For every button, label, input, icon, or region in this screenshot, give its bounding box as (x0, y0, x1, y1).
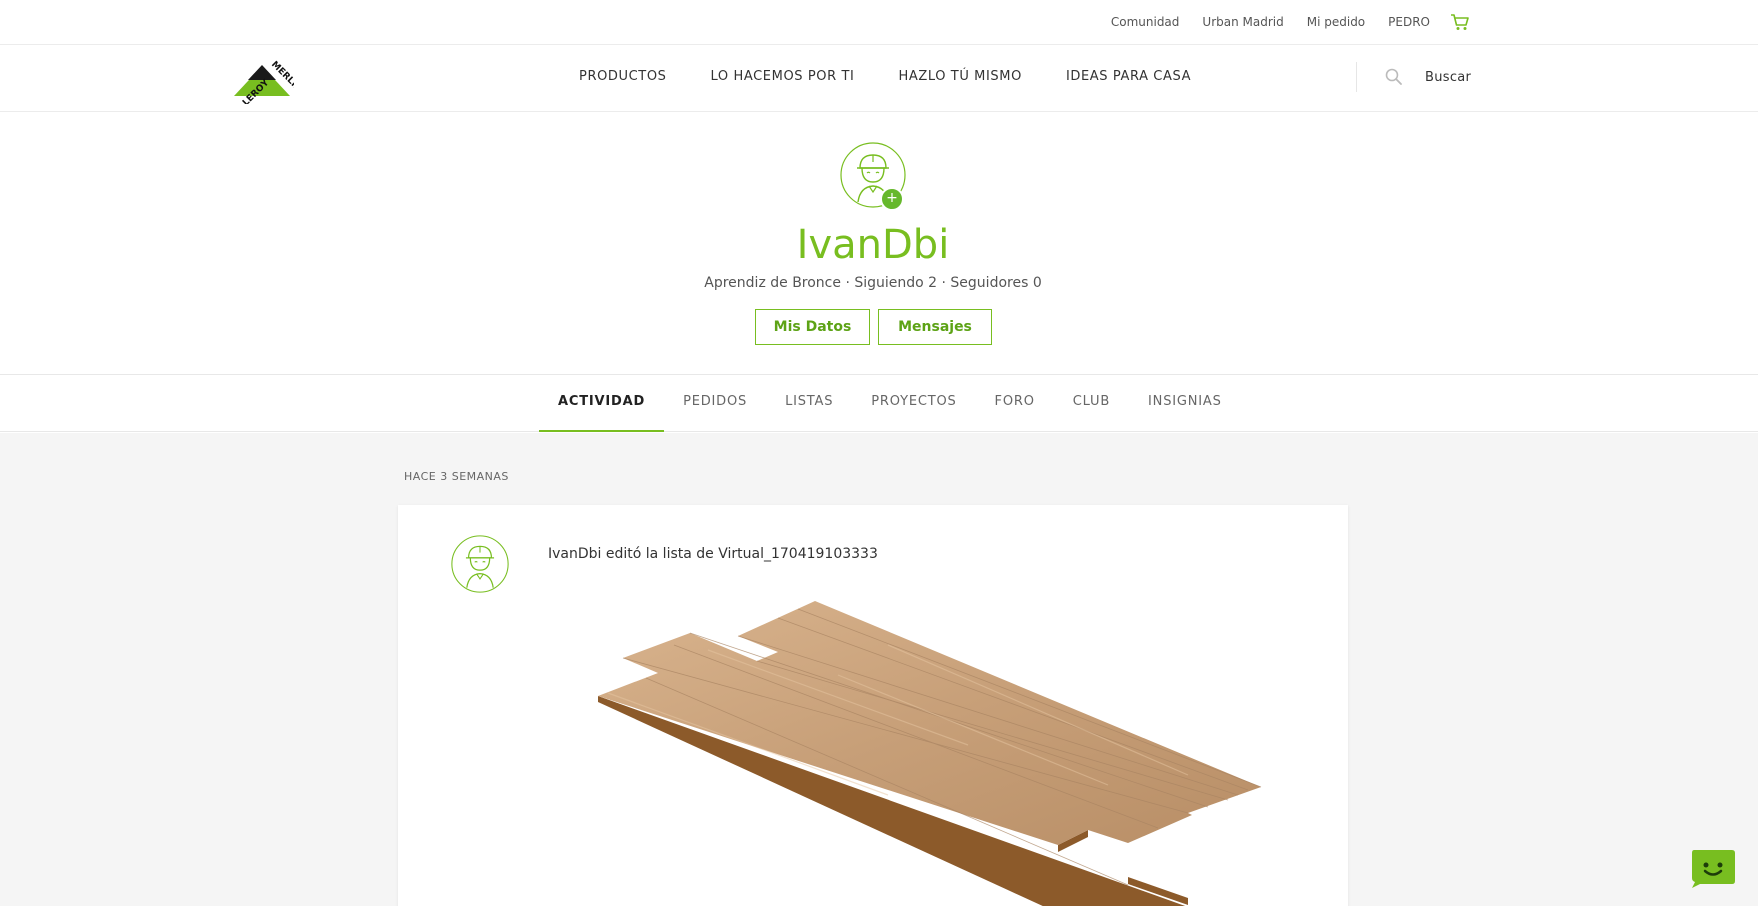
main-navigation: LEROY MERLIN PRODUCTOS LO HACEMOS POR TI… (0, 45, 1758, 112)
search-icon (1385, 68, 1402, 85)
profile-tabs: ACTIVIDAD PEDIDOS LISTAS PROYECTOS FORO … (0, 375, 1758, 432)
nav-menu: PRODUCTOS LO HACEMOS POR TI HAZLO TÚ MIS… (579, 69, 1235, 84)
user-account-link[interactable]: PEDRO (1388, 15, 1430, 29)
activity-feed: HACE 3 SEMANAS IvanDbi editó la lista de… (0, 433, 1758, 906)
profile-header: + IvanDbi Aprendiz de Bronce · Siguiendo… (0, 112, 1758, 375)
nav-hazlo-tu-mismo[interactable]: HAZLO TÚ MISMO (898, 69, 1021, 84)
store-link[interactable]: Urban Madrid (1202, 15, 1283, 29)
tab-list: ACTIVIDAD PEDIDOS LISTAS PROYECTOS FORO … (539, 375, 1241, 432)
nav-lo-hacemos-por-ti[interactable]: LO HACEMOS POR TI (711, 69, 855, 84)
profile-username: IvanDbi (796, 222, 950, 268)
tab-actividad[interactable]: ACTIVIDAD (539, 375, 665, 432)
tab-proyectos[interactable]: PROYECTOS (852, 375, 975, 432)
nav-divider (1356, 62, 1357, 92)
cart-icon[interactable] (1450, 13, 1470, 31)
activity-description: IvanDbi editó la lista de Virtual_170419… (548, 546, 878, 562)
activity-timestamp: HACE 3 SEMANAS (404, 470, 509, 483)
mis-datos-button[interactable]: Mis Datos (755, 309, 870, 345)
search-placeholder: Buscar (1425, 70, 1472, 85)
tab-pedidos[interactable]: PEDIDOS (664, 375, 766, 432)
profile-actions: Mis Datos Mensajes (755, 309, 992, 345)
mi-pedido-link[interactable]: Mi pedido (1307, 15, 1365, 29)
tab-insignias[interactable]: INSIGNIAS (1129, 375, 1241, 432)
builder-avatar-icon[interactable] (451, 535, 509, 593)
tab-foro[interactable]: FORO (976, 375, 1054, 432)
leroy-merlin-logo[interactable]: LEROY MERLIN (230, 56, 294, 104)
mensajes-button[interactable]: Mensajes (878, 309, 992, 345)
add-photo-button[interactable]: + (880, 187, 904, 211)
top-links: Comunidad Urban Madrid Mi pedido PEDRO (1088, 13, 1470, 31)
comunidad-link[interactable]: Comunidad (1111, 15, 1180, 29)
tab-listas[interactable]: LISTAS (766, 375, 852, 432)
search-input[interactable]: Buscar (1380, 61, 1475, 93)
tab-club[interactable]: CLUB (1054, 375, 1129, 432)
nav-productos[interactable]: PRODUCTOS (579, 69, 667, 84)
wood-flooring-image[interactable] (588, 585, 1278, 906)
top-utility-bar: Comunidad Urban Madrid Mi pedido PEDRO (0, 0, 1758, 45)
chat-assistant-icon[interactable] (1690, 848, 1736, 888)
nav-ideas-para-casa[interactable]: IDEAS PARA CASA (1066, 69, 1191, 84)
activity-card: IvanDbi editó la lista de Virtual_170419… (398, 505, 1348, 906)
profile-stats: Aprendiz de Bronce · Siguiendo 2 · Segui… (704, 275, 1042, 291)
